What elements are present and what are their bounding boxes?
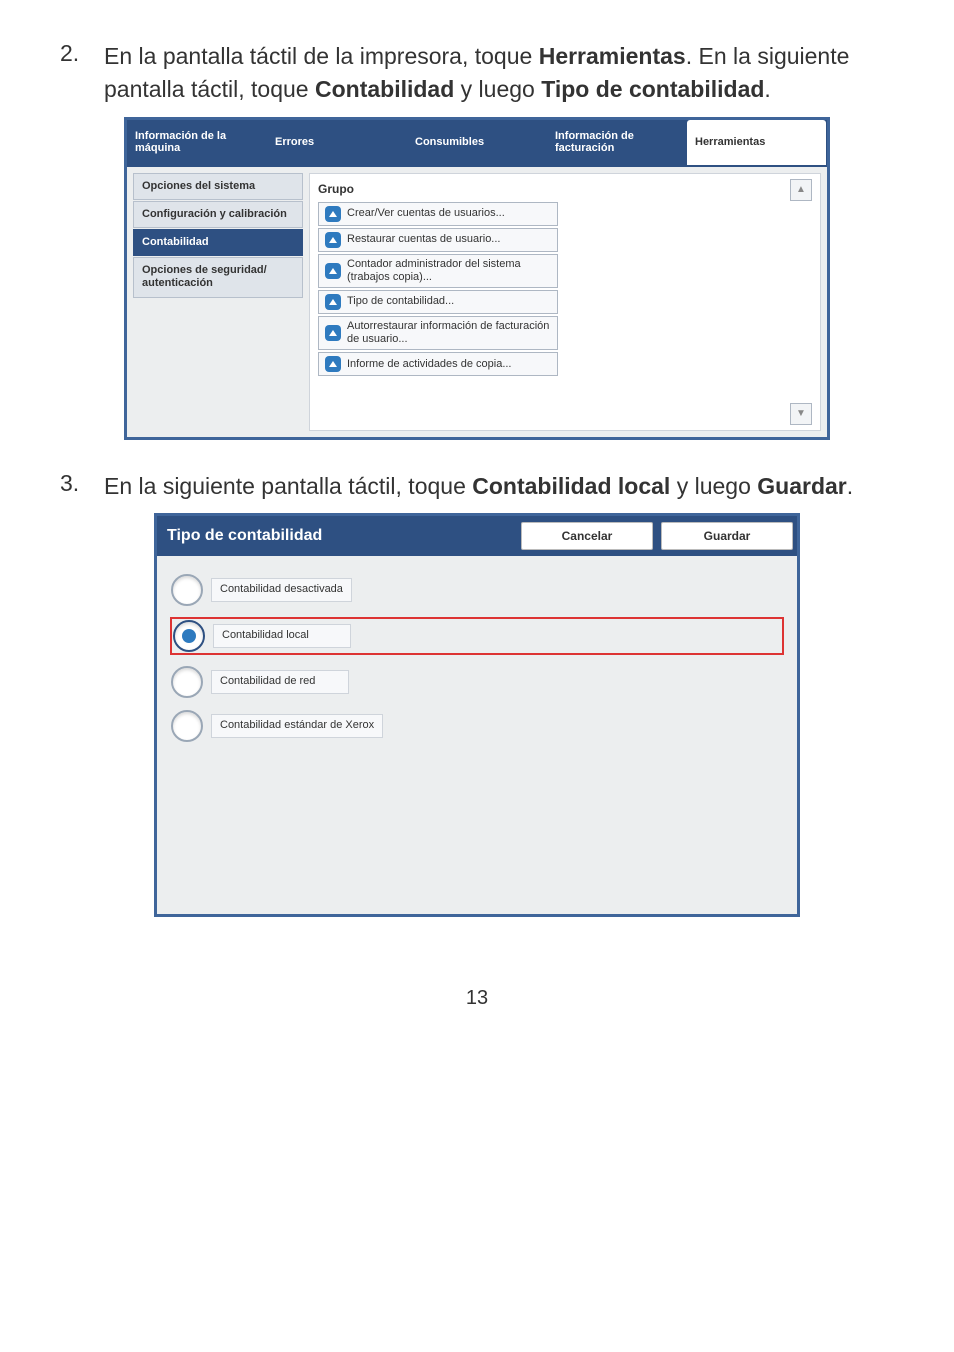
list-item-crear-ver[interactable]: Crear/Ver cuentas de usuarios... bbox=[318, 202, 558, 226]
tab-bar: Información de la máquina Errores Consum… bbox=[127, 120, 827, 167]
sidebar-item-seguridad-auth[interactable]: Opciones de seguridad/ autenticación bbox=[133, 257, 303, 297]
option-label: Contabilidad estándar de Xerox bbox=[211, 714, 383, 737]
list-item-restaurar[interactable]: Restaurar cuentas de usuario... bbox=[318, 228, 558, 252]
option-local[interactable]: Contabilidad local bbox=[171, 618, 783, 654]
option-xerox[interactable]: Contabilidad estándar de Xerox bbox=[171, 710, 783, 742]
arrow-icon bbox=[325, 294, 341, 310]
save-button[interactable]: Guardar bbox=[661, 522, 793, 550]
sidebar-item-opciones-sistema[interactable]: Opciones del sistema bbox=[133, 173, 303, 200]
option-label: Contabilidad local bbox=[213, 624, 351, 647]
radio-icon bbox=[173, 620, 205, 652]
list-item-contador-admin[interactable]: Contador administrador del sistema (trab… bbox=[318, 254, 558, 288]
step-number: 3. bbox=[60, 470, 86, 497]
screenshot-accounting-type: Tipo de contabilidad Cancelar Guardar Co… bbox=[154, 513, 800, 917]
arrow-icon bbox=[325, 263, 341, 279]
dialog-title: Tipo de contabilidad bbox=[161, 527, 513, 545]
sidebar-item-config-calibracion[interactable]: Configuración y calibración bbox=[133, 201, 303, 228]
arrow-icon bbox=[325, 232, 341, 248]
arrow-icon bbox=[325, 356, 341, 372]
arrow-icon bbox=[325, 325, 341, 341]
sidebar-item-contabilidad[interactable]: Contabilidad bbox=[133, 229, 303, 256]
option-desactivada[interactable]: Contabilidad desactivada bbox=[171, 574, 783, 606]
dialog-header: Tipo de contabilidad Cancelar Guardar bbox=[157, 516, 797, 556]
radio-icon bbox=[171, 574, 203, 606]
option-red[interactable]: Contabilidad de red bbox=[171, 666, 783, 698]
step-2-text: En la pantalla táctil de la impresora, t… bbox=[104, 40, 894, 107]
radio-icon bbox=[171, 710, 203, 742]
group-list: Crear/Ver cuentas de usuarios... Restaur… bbox=[318, 202, 558, 377]
tab-errores[interactable]: Errores bbox=[267, 120, 406, 165]
list-item-autorrestaurar[interactable]: Autorrestaurar información de facturació… bbox=[318, 316, 558, 350]
tab-consumibles[interactable]: Consumibles bbox=[407, 120, 546, 165]
list-item-informe[interactable]: Informe de actividades de copia... bbox=[318, 352, 558, 376]
scroll-down-icon[interactable]: ▼ bbox=[790, 403, 812, 425]
step-number: 2. bbox=[60, 40, 86, 67]
step-3-text: En la siguiente pantalla táctil, toque C… bbox=[104, 470, 853, 503]
option-label: Contabilidad desactivada bbox=[211, 578, 352, 601]
tab-info-facturacion[interactable]: Información de facturación bbox=[547, 120, 686, 165]
list-item-tipo-contabilidad[interactable]: Tipo de contabilidad... bbox=[318, 290, 558, 314]
tab-herramientas[interactable]: Herramientas bbox=[687, 120, 826, 165]
radio-icon bbox=[171, 666, 203, 698]
cancel-button[interactable]: Cancelar bbox=[521, 522, 653, 550]
scroll-up-icon[interactable]: ▲ bbox=[790, 179, 812, 201]
arrow-icon bbox=[325, 206, 341, 222]
scrollbar: ▲ ▼ bbox=[790, 179, 812, 425]
screenshot-tools: Información de la máquina Errores Consum… bbox=[124, 117, 830, 440]
tab-info-maquina[interactable]: Información de la máquina bbox=[127, 120, 266, 165]
sidebar: Opciones del sistema Configuración y cal… bbox=[133, 173, 303, 431]
group-header: Grupo bbox=[318, 182, 784, 196]
page-number: 13 bbox=[60, 987, 894, 1010]
option-label: Contabilidad de red bbox=[211, 670, 349, 693]
